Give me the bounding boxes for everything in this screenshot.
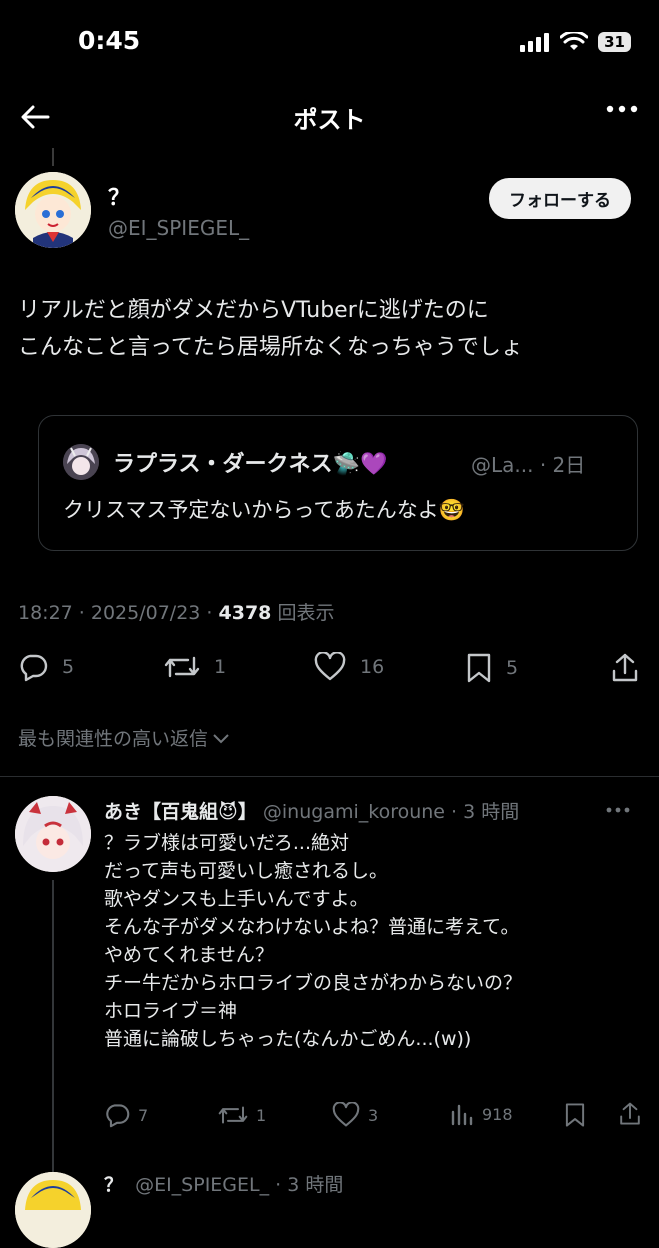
share-icon <box>620 1102 640 1125</box>
sort-label: 最も関連性の高い返信 <box>18 728 209 750</box>
repost-button[interactable]: 1 <box>164 652 226 682</box>
devil-emoji: 😈 <box>218 801 238 823</box>
reply-text: ？ラブ様は可愛いだろ...絶対 だって声も可愛いし癒されるし。 歌やダンスも上手… <box>104 829 644 1053</box>
reply-bookmark-button[interactable] <box>564 1102 586 1128</box>
reply-text-line: 普通に論破しちゃった(なんかごめん...(w)) <box>104 1028 472 1050</box>
post-actions: 5 1 16 5 <box>0 648 659 690</box>
reply-header: あき【百鬼組😈】 @inugami_koroune · 3 時間 <box>104 797 519 824</box>
reply-like-button[interactable]: 3 <box>332 1102 378 1128</box>
reply-text-line: やめてくれません？ <box>104 944 274 966</box>
post-meta: 18:27 · 2025/07/23 · 4378 回表示 <box>18 598 334 625</box>
quote-avatar <box>63 444 99 480</box>
author-name[interactable]: ？ <box>108 180 130 212</box>
post-timestamp: 18:27 · 2025/07/23 · <box>18 602 219 624</box>
reply-reply-button[interactable]: 7 <box>104 1102 148 1128</box>
reply-views-button[interactable]: 918 <box>450 1102 513 1126</box>
quoted-post[interactable]: ラプラス・ダークネス🛸💜 @La... · 2日 クリスマス予定ないからってあた… <box>38 415 638 551</box>
analytics-icon <box>451 1104 473 1126</box>
wifi-icon <box>560 32 589 52</box>
author-avatar[interactable] <box>15 172 91 248</box>
reply-repost-button[interactable]: 1 <box>218 1102 266 1128</box>
reply-reply-count: 7 <box>138 1105 149 1125</box>
thread-line <box>52 880 54 1180</box>
heart-icon <box>332 1102 360 1127</box>
status-time: 0:45 <box>78 26 141 55</box>
reply-handle-time: @inugami_koroune · 3 時間 <box>262 801 520 823</box>
post-text-line: こんなこと言ってたら居場所なくなっちゃうでしょ <box>18 335 523 360</box>
reply-views-count: 918 <box>482 1104 513 1124</box>
reply-like-count: 3 <box>368 1105 379 1125</box>
thread-line <box>52 148 54 166</box>
reply-text-line: だって声も可愛いし癒されるし。 <box>104 860 389 882</box>
bookmark-button[interactable]: 5 <box>466 652 518 684</box>
quote-handle-date: @La... · 2日 <box>471 453 586 477</box>
reply-text-line: そんな子がダメなわけないよね？普通に考えて。 <box>104 916 520 938</box>
share-button[interactable] <box>610 652 640 684</box>
more-options-button[interactable] <box>605 103 639 115</box>
quote-author-name: ラプラス・ダークネス🛸💜 <box>113 452 388 477</box>
more-icon <box>606 105 638 113</box>
reply-author-avatar[interactable] <box>15 796 91 872</box>
reply-button[interactable]: 5 <box>18 652 74 682</box>
repost-count: 1 <box>214 656 227 678</box>
heart-icon <box>314 652 346 681</box>
battery-indicator: 31 <box>598 32 631 52</box>
bookmark-icon <box>565 1103 585 1127</box>
chevron-down-icon <box>213 733 229 743</box>
next-reply-handle-time: @EI_SPIEGEL_ · 3 時間 <box>135 1174 344 1196</box>
status-icons: 31 <box>520 32 631 52</box>
like-button[interactable]: 16 <box>314 652 384 682</box>
ufo-heart-emoji: 🛸💜 <box>332 452 388 477</box>
more-icon <box>606 807 630 813</box>
reply-icon <box>20 654 48 682</box>
bookmark-count: 5 <box>506 657 519 679</box>
next-reply-author-name[interactable]: ？ <box>104 1174 123 1196</box>
share-icon <box>612 653 638 682</box>
repost-icon <box>218 1106 248 1124</box>
signal-icon <box>520 32 550 52</box>
page-title: ポスト <box>293 106 366 134</box>
reply-more-button[interactable] <box>605 806 631 814</box>
divider <box>0 776 659 777</box>
author-handle[interactable]: @EI_SPIEGEL_ <box>108 216 249 240</box>
post-text-line: リアルだと顔がダメだからVTuberに逃げたのに <box>18 298 489 323</box>
next-reply-header: ？ @EI_SPIEGEL_ · 3 時間 <box>104 1170 343 1197</box>
reply-text-line: ？ラブ様は可愛いだろ...絶対 <box>104 832 349 854</box>
post-text: リアルだと顔がダメだからVTuberに逃げたのに こんなこと言ってたら居場所なく… <box>18 292 643 366</box>
reply-icon <box>106 1104 130 1128</box>
reply-text-line: ホロライブ＝神 <box>104 1000 238 1022</box>
reply-author-name[interactable]: あき【百鬼組😈】 <box>104 801 257 823</box>
reply-repost-count: 1 <box>256 1105 267 1125</box>
repost-icon <box>164 656 200 678</box>
quote-text: クリスマス予定ないからってあたんなよ🤓 <box>63 498 465 522</box>
views-count: 4378 <box>218 602 272 624</box>
reply-text-line: チー牛だからホロライブの良さがわからないの？ <box>104 972 523 994</box>
next-reply-avatar[interactable] <box>15 1172 91 1248</box>
follow-button[interactable]: フォローする <box>489 178 631 219</box>
reply-share-button[interactable] <box>618 1101 642 1127</box>
reply-sort-dropdown[interactable]: 最も関連性の高い返信 <box>18 724 230 751</box>
reply-count: 5 <box>62 656 75 678</box>
reply-text-line: 歌やダンスも上手いんですよ。 <box>104 888 369 910</box>
like-count: 16 <box>360 656 385 678</box>
views-label: 回表示 <box>271 602 335 624</box>
bookmark-icon <box>467 653 491 683</box>
